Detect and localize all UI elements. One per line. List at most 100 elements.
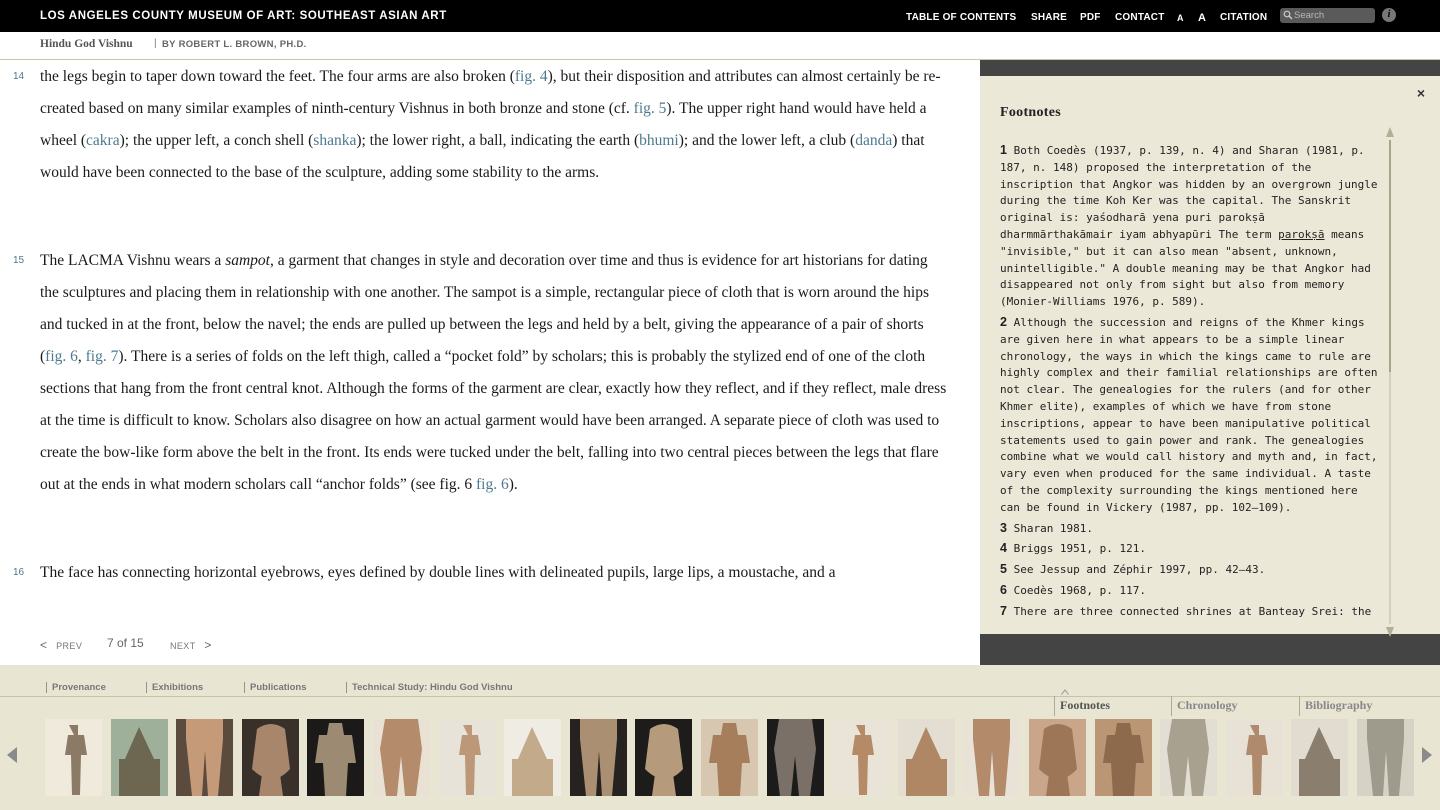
close-icon[interactable]: × <box>1414 86 1428 100</box>
nav-table-of-contents[interactable]: TABLE OF CONTENTS <box>906 12 1016 23</box>
thumbnail-face-crown[interactable] <box>504 719 562 796</box>
title-separator: | <box>154 38 157 49</box>
scroll-down-icon[interactable] <box>1385 626 1395 638</box>
paragraph-text: ); the upper left, a conch shell ( <box>119 132 314 149</box>
prev-button[interactable]: < PREV <box>40 638 82 652</box>
figure-link[interactable]: fig. 5 <box>634 100 667 117</box>
figure-link[interactable]: fig. 6 <box>45 348 78 365</box>
footnote-item: 4 Briggs 1951, p. 121. <box>1000 540 1380 558</box>
footnote-item: 7 There are three connected shrines at B… <box>1000 603 1380 622</box>
nav-citation[interactable]: CITATION <box>1220 12 1267 23</box>
figure-link[interactable]: fig. 7 <box>86 348 119 365</box>
glossary-link[interactable]: cakra <box>86 132 120 149</box>
footnote-item: 2 Although the succession and reigns of … <box>1000 314 1380 517</box>
footnote-text: See Jessup and Zéphir 1997, pp. 42–43. <box>1013 563 1266 577</box>
thumbnail-image <box>701 719 758 796</box>
thumbnail-hips-detail[interactable] <box>438 719 496 796</box>
tab-chronology[interactable]: Chronology <box>1171 696 1237 716</box>
thumbnail-standing-statue[interactable] <box>45 719 102 796</box>
info-icon[interactable]: i <box>1382 8 1396 22</box>
footnote-number: 7 <box>1000 603 1007 618</box>
paragraph-number: 15 <box>13 255 25 266</box>
footnote-number: 4 <box>1000 541 1007 556</box>
thumbnail-image <box>438 719 496 796</box>
thumbnail-image <box>176 719 234 796</box>
thumbnail-weathered-torso[interactable] <box>1225 719 1283 796</box>
thumbnail-image <box>832 719 890 796</box>
thumbnail-dark-torso[interactable] <box>1291 719 1349 796</box>
paragraph-15: 15 The LACMA Vishnu wears a sampot, a ga… <box>13 245 950 501</box>
thumbnail-image <box>110 719 168 796</box>
thumbnail-legs-detail[interactable] <box>176 719 234 796</box>
thumbnail-gray-legs[interactable] <box>1357 719 1414 796</box>
thumbnail-belt-closeup[interactable] <box>1029 719 1086 796</box>
thumbnail-torso-side[interactable] <box>897 719 955 796</box>
link-provenance[interactable]: Provenance <box>46 682 106 693</box>
paragraph-text: ). <box>508 476 518 493</box>
nav-pdf[interactable]: PDF <box>1080 12 1101 23</box>
thumbnail-four-armed-statue[interactable] <box>307 719 365 796</box>
footnotes-list[interactable]: 1 Both Coedès (1937, p. 139, n. 4) and S… <box>1000 142 1380 622</box>
thumbnail-image <box>897 719 955 796</box>
footnote-text: Briggs 1951, p. 121. <box>1013 542 1147 556</box>
link-technical-study[interactable]: Technical Study: Hindu God Vishnu <box>346 682 513 693</box>
footnotes-box: × Footnotes 1 Both Coedès (1937, p. 139,… <box>980 76 1440 637</box>
figure-link[interactable]: fig. 6 <box>476 476 509 493</box>
thumbnail-anchor-folds[interactable] <box>1094 719 1152 796</box>
thumbnail-image <box>1291 719 1349 796</box>
thumbnail-torso-front[interactable] <box>832 719 890 796</box>
nav-font-smaller[interactable]: A <box>1177 13 1184 23</box>
scrollbar-thumb[interactable] <box>1389 140 1391 372</box>
thumbnail-temple-pyramid[interactable] <box>110 719 168 796</box>
thumbnail-head-back[interactable] <box>635 719 693 796</box>
tab-footnotes[interactable]: Footnotes <box>1054 696 1110 716</box>
figure-link[interactable]: fig. 4 <box>515 68 548 85</box>
footnote-number: 2 <box>1000 314 1007 329</box>
paragraph-text: the legs begin to taper down toward the … <box>40 68 515 85</box>
thumbnail-torso-back[interactable] <box>241 719 299 796</box>
thumbnail-folds-detail[interactable] <box>701 719 758 796</box>
italic-term: sampot <box>225 252 270 269</box>
thumbnail-gray-torso[interactable] <box>1160 719 1218 796</box>
thumbnail-image <box>1094 719 1152 796</box>
document-author: BY ROBERT L. BROWN, PH.D. <box>162 39 307 50</box>
link-publications[interactable]: Publications <box>244 682 306 693</box>
scroll-up-icon[interactable] <box>1385 126 1395 138</box>
nav-font-larger[interactable]: A <box>1198 12 1206 24</box>
footnote-text: Sharan 1981. <box>1013 521 1094 535</box>
footnote-item: 6 Coedès 1968, p. 117. <box>1000 582 1380 600</box>
search-icon <box>1283 10 1293 20</box>
search-box[interactable] <box>1280 8 1375 23</box>
bottom-links: Provenance Exhibitions Publications Tech… <box>0 665 1440 697</box>
caret-up-icon <box>1061 689 1069 695</box>
thumbnail-sampot-detail[interactable] <box>373 719 430 796</box>
thumbnail-image <box>307 719 365 796</box>
thumbnail-small-figure[interactable] <box>766 719 824 796</box>
footnote-term: parokṣā <box>1278 227 1325 241</box>
nav-share[interactable]: SHARE <box>1031 12 1067 23</box>
paragraph-text: , <box>77 348 86 365</box>
paragraph-number: 14 <box>13 71 25 82</box>
prev-arrow-icon: < <box>40 638 48 652</box>
thumbnail-image <box>635 719 693 796</box>
paragraph-text: ); and the lower left, a club ( <box>678 132 856 149</box>
glossary-link[interactable]: shanka <box>313 132 356 149</box>
glossary-link[interactable]: danda <box>855 132 892 149</box>
thumbnail-torso-three-quarter[interactable] <box>963 719 1021 796</box>
nav-contact[interactable]: CONTACT <box>1115 12 1165 23</box>
next-button[interactable]: NEXT > <box>170 638 212 652</box>
footnotes-scrollbar[interactable] <box>1385 126 1395 638</box>
footnote-text: Coedès 1968, p. 117. <box>1013 583 1147 597</box>
footnote-text: Both Coedès (1937, p. 139, n. 4) and Sha… <box>1000 144 1378 241</box>
glossary-link[interactable]: bhumi <box>639 132 679 149</box>
thumbnail-image <box>1160 719 1218 796</box>
paragraph-text: The face has connecting horizontal eyebr… <box>40 564 836 581</box>
thumbnail-crowned-head[interactable] <box>569 719 627 796</box>
tab-bibliography[interactable]: Bibliography <box>1299 696 1372 716</box>
footnotes-panel: × Footnotes 1 Both Coedès (1937, p. 139,… <box>980 60 1440 665</box>
top-bar: LOS ANGELES COUNTY MUSEUM OF ART: SOUTHE… <box>0 0 1440 32</box>
footnote-item: 1 Both Coedès (1937, p. 139, n. 4) and S… <box>1000 142 1380 311</box>
link-exhibitions[interactable]: Exhibitions <box>146 682 203 693</box>
search-input[interactable] <box>1294 8 1372 23</box>
footnote-text: There are three connected shrines at Ban… <box>1000 604 1372 622</box>
